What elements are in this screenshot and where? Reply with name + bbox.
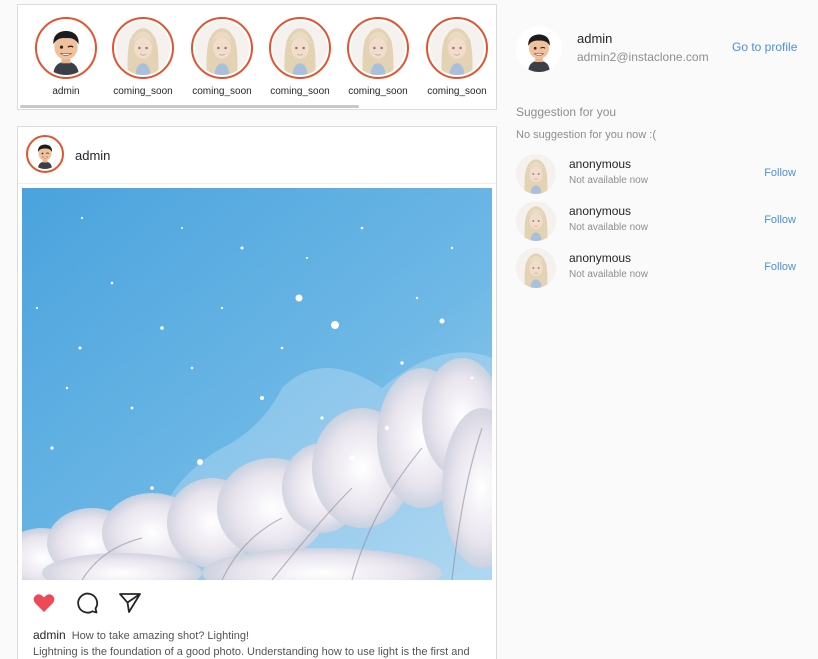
suggestion-avatar-icon[interactable]: [516, 154, 556, 194]
comment-icon[interactable]: [75, 591, 99, 615]
placeholder-avatar-icon: [351, 21, 405, 75]
suggestion-name[interactable]: anonymous: [569, 157, 631, 171]
post-caption: admin How to take amazing shot? Lighting!: [33, 628, 249, 642]
follow-button[interactable]: Follow: [764, 214, 796, 226]
admin-avatar-icon: [30, 139, 60, 169]
suggestion-item: anonymous Not available now Follow: [516, 248, 801, 290]
suggestion-name[interactable]: anonymous: [569, 251, 631, 265]
story-label: coming_soon: [427, 86, 487, 97]
story-label: coming_soon: [113, 86, 173, 97]
story-label: coming_soon: [192, 86, 252, 97]
suggestion-name[interactable]: anonymous: [569, 204, 631, 218]
placeholder-avatar-icon: [116, 21, 170, 75]
suggestion-status: Not available now: [569, 269, 648, 280]
follow-button[interactable]: Follow: [764, 261, 796, 273]
placeholder-avatar-icon: [195, 21, 249, 75]
suggestion-item: anonymous Not available now Follow: [516, 154, 801, 196]
story-item-coming-soon[interactable]: coming_soon: [183, 17, 261, 97]
story-ring: [347, 17, 409, 79]
suggestion-avatar-icon[interactable]: [516, 248, 556, 288]
profile-username: admin: [577, 31, 613, 46]
story-item-coming-soon[interactable]: coming_soon: [261, 17, 339, 97]
post-author-avatar[interactable]: [26, 135, 64, 173]
story-ring: [35, 17, 97, 79]
caption-title: How to take amazing shot? Lighting!: [71, 630, 250, 642]
story-label: admin: [52, 86, 80, 97]
post-author-name[interactable]: admin: [75, 148, 110, 163]
post-image[interactable]: [22, 188, 492, 580]
story-label: coming_soon: [270, 86, 330, 97]
stories-bar: admin coming_soon coming_soon coming_soo…: [17, 4, 497, 110]
stories-scrollbar[interactable]: [20, 105, 359, 108]
suggestion-item: anonymous Not available now Follow: [516, 201, 801, 243]
suggestion-status: Not available now: [569, 222, 648, 233]
suggestions-empty-text: No suggestion for you now :(: [516, 129, 657, 141]
story-ring: [426, 17, 488, 79]
admin-avatar-icon: [39, 21, 93, 75]
like-heart-icon[interactable]: [32, 591, 56, 615]
suggestions-title: Suggestion for you: [516, 105, 617, 119]
suggestion-avatar-icon[interactable]: [516, 201, 556, 241]
post-header: admin: [18, 127, 496, 184]
caption-author[interactable]: admin: [33, 628, 66, 642]
story-item-coming-soon[interactable]: coming_soon: [339, 17, 417, 97]
follow-button[interactable]: Follow: [764, 167, 796, 179]
share-send-icon[interactable]: [118, 591, 142, 615]
story-ring: [112, 17, 174, 79]
story-label: coming_soon: [348, 86, 408, 97]
story-item-admin[interactable]: admin: [27, 17, 105, 97]
story-ring: [269, 17, 331, 79]
placeholder-avatar-icon: [273, 21, 327, 75]
post-card: admin admin How to take amazing shot? Li…: [17, 126, 497, 659]
go-to-profile-link[interactable]: Go to profile: [732, 40, 797, 54]
story-item-coming-soon[interactable]: coming_soon: [104, 17, 182, 97]
story-item-coming-soon[interactable]: coming_soon: [418, 17, 496, 97]
post-description: Lightning is the foundation of a good ph…: [33, 646, 470, 658]
suggestion-status: Not available now: [569, 175, 648, 186]
profile-email: admin2@instaclone.com: [577, 50, 709, 64]
story-ring: [191, 17, 253, 79]
profile-avatar-icon[interactable]: [516, 26, 562, 72]
placeholder-avatar-icon: [430, 21, 484, 75]
